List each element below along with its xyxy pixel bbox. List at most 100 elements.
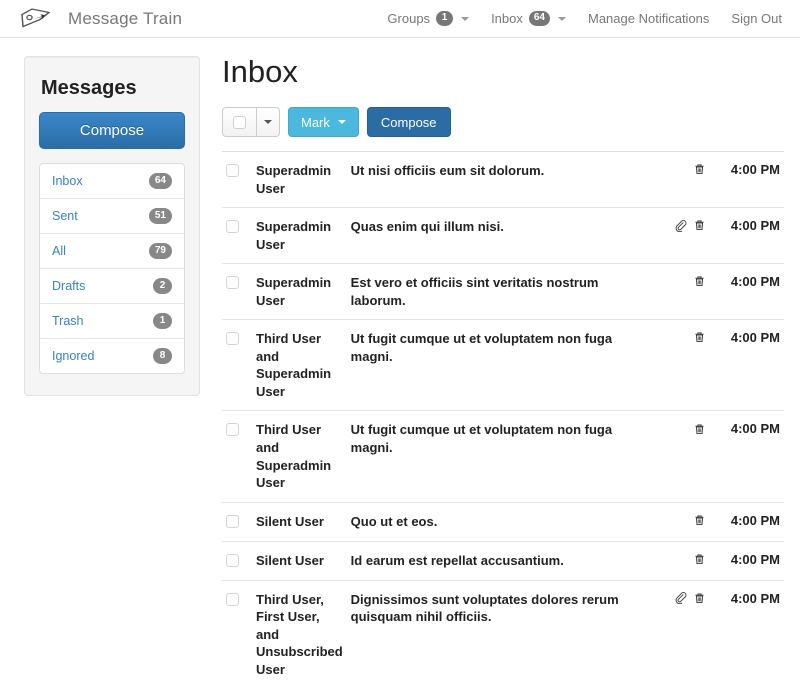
row-checkbox[interactable] <box>226 514 239 528</box>
sidebar-item-drafts[interactable]: Drafts 2 <box>40 269 184 304</box>
row-actions <box>654 411 710 502</box>
trash-icon[interactable] <box>693 274 706 291</box>
page-body: Messages Compose Inbox 64 Sent 51 All 79… <box>0 38 800 688</box>
trash-icon[interactable] <box>693 162 706 179</box>
sidebar: Messages Compose Inbox 64 Sent 51 All 79… <box>24 56 200 396</box>
table-row[interactable]: Superadmin User Quas enim qui illum nisi.… <box>222 207 784 264</box>
sidebar-item-label: Ignored <box>52 349 95 363</box>
sidebar-item-badge: 2 <box>153 278 172 294</box>
row-checkbox[interactable] <box>226 276 239 290</box>
sidebar-item-inbox[interactable]: Inbox 64 <box>40 164 184 199</box>
trash-icon[interactable] <box>693 218 706 235</box>
row-time: 4:00 PM <box>730 330 780 346</box>
row-sender: Silent User <box>256 552 324 568</box>
row-subject: Quo ut et eos. <box>350 513 438 529</box>
select-all-checkbox[interactable] <box>222 107 256 137</box>
row-checkbox[interactable] <box>226 164 239 177</box>
navlink-sign-out[interactable]: Sign Out <box>731 11 782 26</box>
paperclip-icon <box>674 591 687 607</box>
sidebar-item-label: Inbox <box>52 174 83 188</box>
message-toolbar: Mark Compose <box>222 107 784 137</box>
row-actions <box>654 320 710 411</box>
trash-icon[interactable] <box>693 330 706 347</box>
navlink-inbox[interactable]: Inbox 64 <box>491 11 566 26</box>
row-subject: Ut fugit cumque ut et voluptatem non fug… <box>350 422 613 456</box>
row-subject: Id earum est repellat accusantium. <box>350 552 564 568</box>
row-actions <box>654 580 710 688</box>
sidebar-item-trash[interactable]: Trash 1 <box>40 304 184 339</box>
row-checkbox-cell <box>222 320 252 411</box>
sidebar-item-sent[interactable]: Sent 51 <box>40 199 184 234</box>
row-subject: Ut nisi officiis eum sit dolorum. <box>350 163 545 178</box>
row-subject: Est vero et officiis sint veritatis nost… <box>350 275 599 308</box>
table-row[interactable]: Third User and Superadmin User Ut fugit c… <box>222 410 784 502</box>
table-row[interactable]: Superadmin User Est vero et officiis sint… <box>222 263 784 320</box>
trash-icon[interactable] <box>693 591 706 608</box>
navlink-inbox-label: Inbox <box>491 11 523 26</box>
message-list: Superadmin User Ut nisi officiis eum sit … <box>222 151 784 688</box>
sidebar-compose-button[interactable]: Compose <box>39 112 185 149</box>
chevron-down-icon <box>558 16 566 21</box>
compose-button[interactable]: Compose <box>366 107 451 137</box>
row-time: 4:00 PM <box>730 421 780 437</box>
select-all-dropdown-button[interactable] <box>256 107 280 137</box>
sidebar-item-label: Drafts <box>52 279 86 293</box>
navlink-manage-notifications[interactable]: Manage Notifications <box>588 11 709 26</box>
sidebar-item-badge: 8 <box>153 348 172 364</box>
row-sender: Silent User <box>256 513 324 529</box>
row-time: 4:00 PM <box>730 218 780 234</box>
mark-dropdown-button[interactable]: Mark <box>288 107 359 137</box>
brand-title: Message Train <box>68 8 183 28</box>
row-checkbox[interactable] <box>226 592 239 606</box>
row-sender: Superadmin User <box>256 163 332 196</box>
navlink-groups[interactable]: Groups 1 <box>387 11 470 26</box>
row-checkbox[interactable] <box>226 553 239 567</box>
table-row[interactable]: Third User and Superadmin User Ut fugit c… <box>222 319 784 411</box>
trash-icon[interactable] <box>693 513 706 530</box>
sidebar-item-all[interactable]: All 79 <box>40 234 184 269</box>
row-sender: Superadmin User <box>256 275 332 308</box>
chevron-down-icon <box>264 120 272 124</box>
row-subject: Dignissimos sunt voluptates dolores reru… <box>350 591 619 625</box>
table-row[interactable]: Superadmin User Ut nisi officiis eum sit … <box>222 151 784 208</box>
row-time: 4:00 PM <box>730 551 780 567</box>
chevron-down-icon <box>461 16 470 21</box>
row-subject: Ut fugit cumque ut et voluptatem non fug… <box>350 331 613 364</box>
main-content: Inbox Mark Compose Superadmin User Ut nis… <box>200 56 784 688</box>
row-actions <box>654 208 710 264</box>
row-checkbox-cell <box>222 541 252 580</box>
row-checkbox[interactable] <box>226 423 239 437</box>
sidebar-item-label: All <box>52 244 66 258</box>
row-checkbox-cell <box>222 264 252 320</box>
navbar-links: Groups 1 Inbox 64 Manage Notifications S… <box>387 11 782 26</box>
row-actions <box>654 152 710 208</box>
row-time: 4:00 PM <box>730 512 780 528</box>
mark-label: Mark <box>301 114 330 130</box>
row-sender: Third User and Superadmin User <box>256 331 332 399</box>
row-actions <box>654 502 710 541</box>
sidebar-item-badge: 64 <box>148 173 172 189</box>
row-checkbox[interactable] <box>226 332 239 346</box>
table-row[interactable]: Third User, First User, and Unsubscribed… <box>222 580 784 688</box>
trash-icon[interactable] <box>693 552 706 569</box>
row-checkbox[interactable] <box>226 220 239 234</box>
table-row[interactable]: Silent User Id earum est repellat accusan… <box>222 541 784 580</box>
table-row[interactable]: Silent User Quo ut et eos. 4:00 PM <box>222 502 784 541</box>
row-actions <box>654 541 710 580</box>
row-checkbox-cell <box>222 580 252 688</box>
sidebar-item-badge: 79 <box>148 243 172 259</box>
sidebar-item-badge: 51 <box>148 208 172 224</box>
navlink-manage-notifications-label: Manage Notifications <box>588 11 710 26</box>
brand[interactable]: Message Train <box>18 5 182 33</box>
chevron-down-icon <box>337 120 346 124</box>
sidebar-item-ignored[interactable]: Ignored 8 <box>40 339 184 373</box>
row-checkbox-cell <box>222 208 252 264</box>
row-sender: Third User and Superadmin User <box>256 422 332 491</box>
navlink-sign-out-label: Sign Out <box>731 11 782 26</box>
trash-icon[interactable] <box>693 422 706 439</box>
sidebar-item-label: Sent <box>52 209 78 223</box>
navlink-groups-label: Groups <box>387 11 431 26</box>
row-checkbox-cell <box>222 152 252 208</box>
row-checkbox-cell <box>222 502 252 541</box>
row-sender: Third User, First User, and Unsubscribed… <box>256 591 343 677</box>
